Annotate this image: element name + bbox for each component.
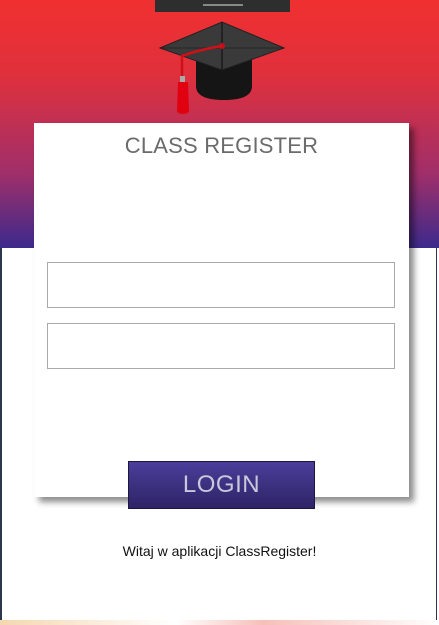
- login-input[interactable]: [47, 262, 395, 308]
- password-input[interactable]: [47, 323, 395, 369]
- graduation-cap-icon: [158, 21, 286, 114]
- window-top-handle[interactable]: [155, 0, 290, 12]
- app-title: CLASS REGISTER: [124, 133, 319, 158]
- login-card: CLASS REGISTER: [34, 123, 409, 497]
- login-button[interactable]: LOGIN: [128, 461, 315, 509]
- welcome-message: Witaj w aplikacji ClassRegister!: [122, 543, 317, 559]
- bottom-edge-strip: [0, 620, 439, 625]
